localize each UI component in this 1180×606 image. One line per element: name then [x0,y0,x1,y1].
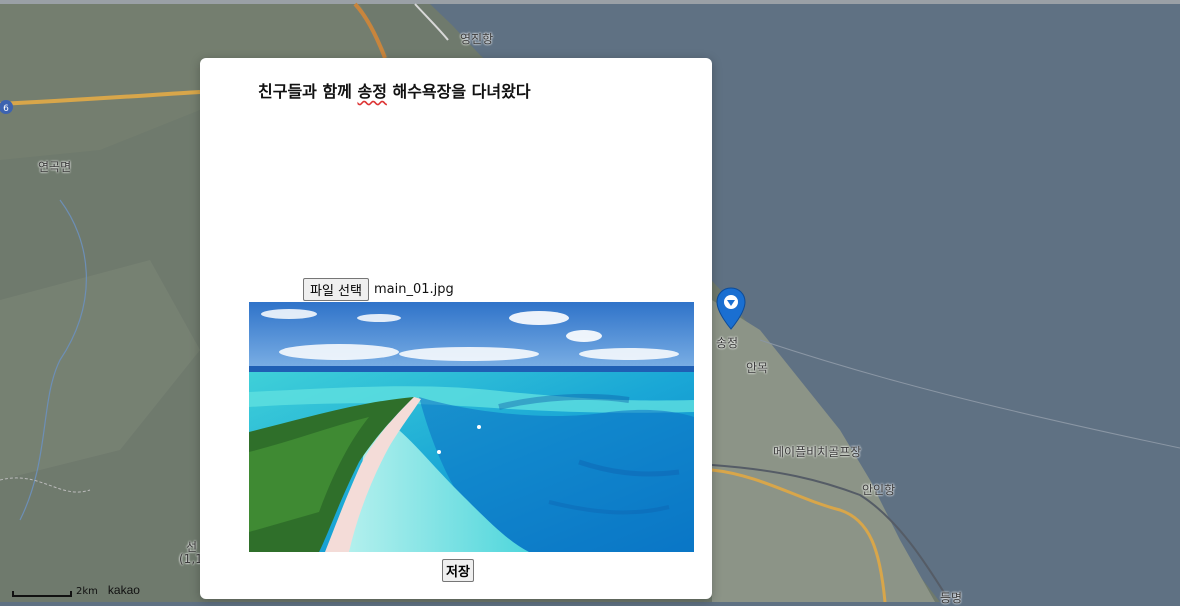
kakao-logo: kakao [107,583,140,597]
uploaded-photo-preview [249,302,694,552]
map-label-yeongok: 연곡면 [38,160,72,174]
selected-file-name: main_01.jpg [373,282,454,297]
file-select-button[interactable]: 파일 선택 [303,278,369,301]
modal-title: 친구들과 함께 송정 해수욕장을 다녀왔다 [258,78,531,102]
map-label-yeongjin: 영진항 [460,32,494,46]
map-label-anin: 안인항 [862,483,896,497]
svg-text:6: 6 [3,104,9,114]
title-text-marked: 송정 [357,82,387,101]
scale-text: 2km [76,586,98,597]
save-button[interactable]: 저장 [442,559,474,582]
title-text-after: 해수욕장을 다녀왔다 [386,82,531,101]
scale-line [12,591,72,597]
map-label-songjeong: 송정 [716,336,739,350]
title-text-before: 친구들과 함께 [258,82,358,101]
map-label-bottom-right: 등명 [940,591,963,605]
file-input-row: 파일 선택 main_01.jpg [303,278,454,301]
map-label-golf: 메이플비치골프장 [773,445,862,459]
post-modal: 친구들과 함께 송정 해수욕장을 다녀왔다 파일 선택 main_01.jpg [200,58,712,599]
map-label-anmok: 안목 [746,361,769,375]
location-marker-icon[interactable] [716,287,746,331]
map-scale-bar: 2km kakao [12,583,140,597]
